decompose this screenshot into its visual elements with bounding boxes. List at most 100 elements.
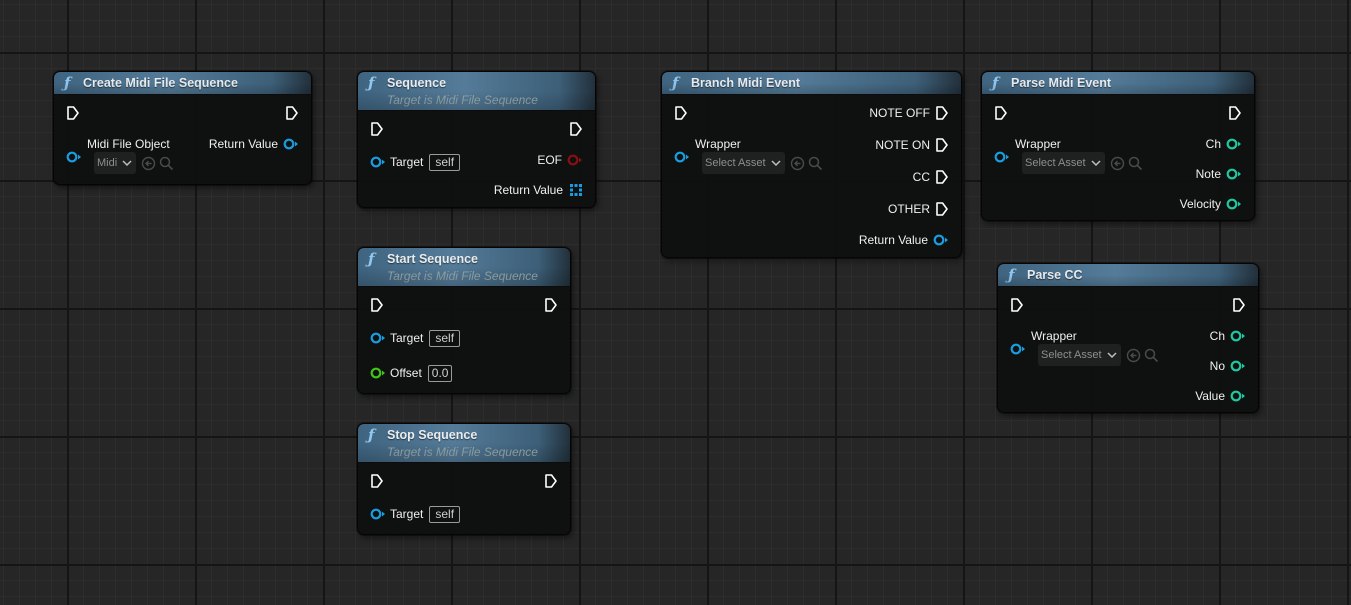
pin-label-target: Target [390, 155, 424, 169]
asset-dropdown[interactable]: Midi [94, 152, 137, 174]
pin-label-wrapper: Wrapper [1015, 137, 1061, 151]
exec-out-pin-icon[interactable] [935, 169, 949, 185]
node-subtitle: Target is Midi File Sequence [387, 93, 538, 107]
pin-label-target: Target [390, 331, 424, 345]
node-header[interactable]: ƒ Parse Midi Event [982, 72, 1254, 95]
exec-label-cc: CC [912, 170, 930, 184]
browse-asset-icon[interactable] [1144, 348, 1159, 363]
node-parse-cc[interactable]: ƒ Parse CC Wrapper Select Asset Ch No Va… [997, 263, 1259, 413]
pin-label-eof: EOF [537, 153, 562, 167]
pin-label-return-value: Return Value [858, 233, 928, 247]
object-output-pin-icon[interactable] [933, 234, 949, 246]
use-selected-asset-icon[interactable] [1126, 348, 1141, 363]
object-input-pin-icon[interactable] [370, 332, 386, 344]
target-input[interactable]: self [429, 153, 461, 171]
byte-output-pin-icon[interactable] [1230, 360, 1246, 372]
exec-in-pin-icon[interactable] [674, 105, 688, 121]
byte-output-pin-icon[interactable] [1226, 138, 1242, 150]
object-output-pin-icon[interactable] [283, 138, 299, 150]
exec-out-pin-icon[interactable] [1228, 105, 1242, 121]
pin-label-wrapper: Wrapper [1031, 329, 1077, 343]
exec-in-pin-icon[interactable] [994, 105, 1008, 121]
chevron-down-icon [771, 160, 781, 166]
offset-input[interactable]: 0.0 [427, 364, 453, 382]
pin-label-value: Value [1195, 389, 1225, 403]
node-sequence[interactable]: ƒ Sequence Target is Midi File Sequence … [357, 71, 596, 208]
function-icon: ƒ [1008, 266, 1015, 284]
node-header[interactable]: ƒ Stop Sequence Target is Midi File Sequ… [358, 424, 570, 463]
browse-asset-icon[interactable] [1128, 156, 1143, 171]
exec-out-pin-icon[interactable] [1232, 297, 1246, 313]
browse-asset-icon[interactable] [808, 156, 823, 171]
node-parse-midi-event[interactable]: ƒ Parse Midi Event Wrapper Select Asset … [981, 71, 1255, 221]
node-subtitle: Target is Midi File Sequence [387, 269, 538, 283]
object-input-pin-icon[interactable] [674, 151, 690, 163]
exec-out-pin-icon[interactable] [544, 473, 558, 489]
exec-label-note-off: NOTE OFF [869, 106, 930, 120]
byte-output-pin-icon[interactable] [1230, 390, 1246, 402]
use-selected-asset-icon[interactable] [790, 156, 805, 171]
exec-out-pin-icon[interactable] [544, 297, 558, 313]
function-icon: ƒ [368, 426, 375, 444]
object-input-pin-icon[interactable] [994, 151, 1010, 163]
exec-in-pin-icon[interactable] [370, 121, 384, 137]
target-input[interactable]: self [429, 505, 461, 523]
node-header[interactable]: ƒ Start Sequence Target is Midi File Seq… [358, 248, 570, 287]
byte-output-pin-icon[interactable] [1230, 330, 1246, 342]
exec-out-pin-icon[interactable] [935, 201, 949, 217]
target-input[interactable]: self [429, 329, 461, 347]
exec-in-pin-icon[interactable] [1010, 297, 1024, 313]
node-subtitle: Target is Midi File Sequence [387, 445, 538, 459]
exec-out-pin-icon[interactable] [285, 105, 299, 121]
browse-asset-icon[interactable] [159, 156, 174, 171]
exec-out-pin-icon[interactable] [569, 121, 583, 137]
exec-out-pin-icon[interactable] [935, 105, 949, 121]
node-start-sequence[interactable]: ƒ Start Sequence Target is Midi File Seq… [357, 247, 571, 394]
node-branch-midi-event[interactable]: ƒ Branch Midi Event Wrapper Select Asset… [661, 71, 962, 258]
array-output-pin-icon[interactable] [570, 184, 582, 196]
function-icon: ƒ [992, 74, 999, 92]
asset-dropdown[interactable]: Select Asset [1022, 152, 1105, 174]
pin-label-offset: Offset [390, 366, 422, 380]
node-title: Sequence [387, 76, 447, 90]
use-selected-asset-icon[interactable] [1110, 156, 1125, 171]
bool-output-pin-icon[interactable] [567, 154, 583, 166]
object-input-pin-icon[interactable] [1010, 343, 1026, 355]
node-header[interactable]: ƒ Create Midi File Sequence [54, 72, 311, 95]
node-create-midi-file-sequence[interactable]: ƒ Create Midi File Sequence Midi File Ob… [53, 71, 312, 185]
function-icon: ƒ [64, 74, 71, 92]
pin-label-return-value: Return Value [493, 183, 563, 197]
exec-label-other: OTHER [888, 202, 930, 216]
byte-output-pin-icon[interactable] [1226, 198, 1242, 210]
node-title: Create Midi File Sequence [83, 76, 238, 90]
exec-in-pin-icon[interactable] [66, 105, 80, 121]
asset-dropdown-value: Select Asset [705, 157, 766, 169]
asset-dropdown[interactable]: Select Asset [702, 152, 785, 174]
pin-label-ch: Ch [1205, 137, 1221, 151]
node-header[interactable]: ƒ Parse CC [998, 264, 1258, 287]
pin-label-midi-file-object: Midi File Object [87, 137, 170, 151]
object-input-pin-icon[interactable] [66, 151, 82, 163]
float-input-pin-icon[interactable] [370, 367, 386, 379]
node-stop-sequence[interactable]: ƒ Stop Sequence Target is Midi File Sequ… [357, 423, 571, 535]
exec-out-pin-icon[interactable] [935, 137, 949, 153]
asset-dropdown-value: Midi [97, 157, 118, 169]
node-header[interactable]: ƒ Branch Midi Event [662, 72, 961, 95]
node-header[interactable]: ƒ Sequence Target is Midi File Sequence [358, 72, 595, 111]
use-selected-asset-icon[interactable] [141, 156, 156, 171]
pin-label-velocity: Velocity [1179, 197, 1221, 211]
object-input-pin-icon[interactable] [370, 508, 386, 520]
node-title: Parse CC [1027, 268, 1083, 282]
exec-label-note-on: NOTE ON [875, 138, 930, 152]
object-input-pin-icon[interactable] [370, 156, 386, 168]
asset-dropdown[interactable]: Select Asset [1038, 344, 1121, 366]
exec-in-pin-icon[interactable] [370, 473, 384, 489]
node-title: Stop Sequence [387, 428, 478, 442]
chevron-down-icon [122, 160, 132, 166]
node-title: Start Sequence [387, 252, 479, 266]
function-icon: ƒ [672, 74, 679, 92]
function-icon: ƒ [368, 74, 375, 92]
function-icon: ƒ [368, 250, 375, 268]
byte-output-pin-icon[interactable] [1226, 168, 1242, 180]
exec-in-pin-icon[interactable] [370, 297, 384, 313]
